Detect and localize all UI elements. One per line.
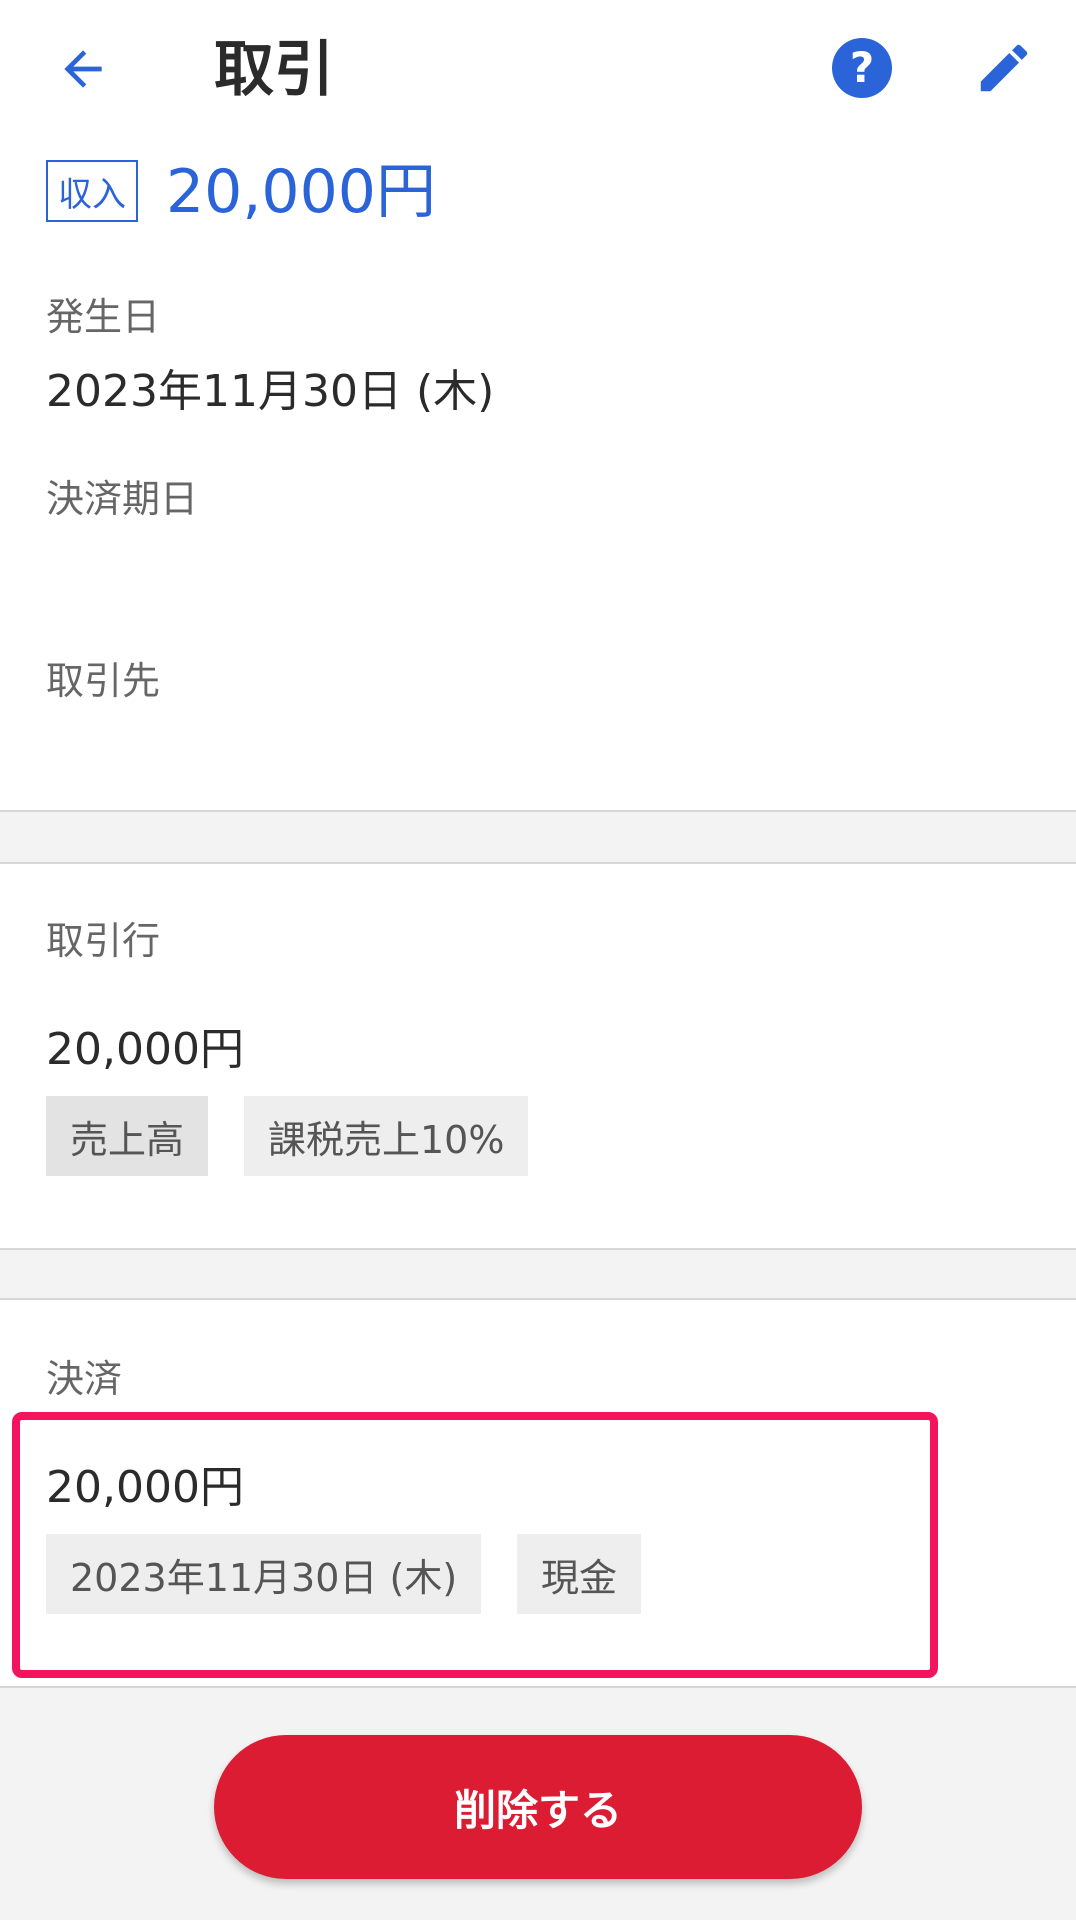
occurrence-date-value: 2023年11月30日 (木) bbox=[46, 366, 495, 417]
payment-method-tag: 現金 bbox=[517, 1534, 642, 1614]
transaction-detail-screen: 取引 ? 収入 20,000円 発生日 2023年11月30日 (木) 決済期日… bbox=[0, 0, 1076, 1920]
payment-date-tag: 2023年11月30日 (木) bbox=[46, 1534, 482, 1614]
help-button[interactable]: ? bbox=[830, 36, 894, 100]
tax-category-tag: 課税売上10% bbox=[244, 1096, 529, 1176]
edit-button[interactable] bbox=[970, 34, 1038, 102]
due-date-label: 決済期日 bbox=[46, 477, 199, 521]
payment-amount: 20,000円 bbox=[46, 1462, 244, 1513]
page-title: 取引 bbox=[214, 35, 334, 105]
app-bar: 取引 ? 収入 20,000円 bbox=[0, 0, 1076, 257]
svg-text:?: ? bbox=[850, 43, 874, 92]
question-circle-icon: ? bbox=[832, 38, 892, 98]
pencil-icon bbox=[980, 44, 1028, 92]
transaction-lines-section: 取引行 20,000円 売上高 課税売上10% bbox=[0, 862, 1076, 1250]
arrow-left-icon bbox=[64, 50, 102, 88]
income-type-badge: 収入 bbox=[46, 160, 138, 222]
occurrence-date-label: 発生日 bbox=[46, 295, 161, 339]
payment-section: 決済 20,000円 2023年11月30日 (木) 現金 bbox=[0, 1298, 1076, 1688]
details-section: 発生日 2023年11月30日 (木) 決済期日 取引先 bbox=[0, 256, 1076, 812]
partner-label: 取引先 bbox=[46, 659, 161, 703]
transaction-amount: 20,000円 bbox=[166, 157, 436, 227]
lines-label: 取引行 bbox=[46, 919, 161, 963]
delete-button[interactable]: 削除する bbox=[214, 1735, 862, 1879]
back-button[interactable] bbox=[48, 34, 118, 104]
payment-label: 決済 bbox=[46, 1357, 123, 1401]
account-item-tag: 売上高 bbox=[46, 1096, 209, 1176]
line-amount: 20,000円 bbox=[46, 1024, 244, 1075]
